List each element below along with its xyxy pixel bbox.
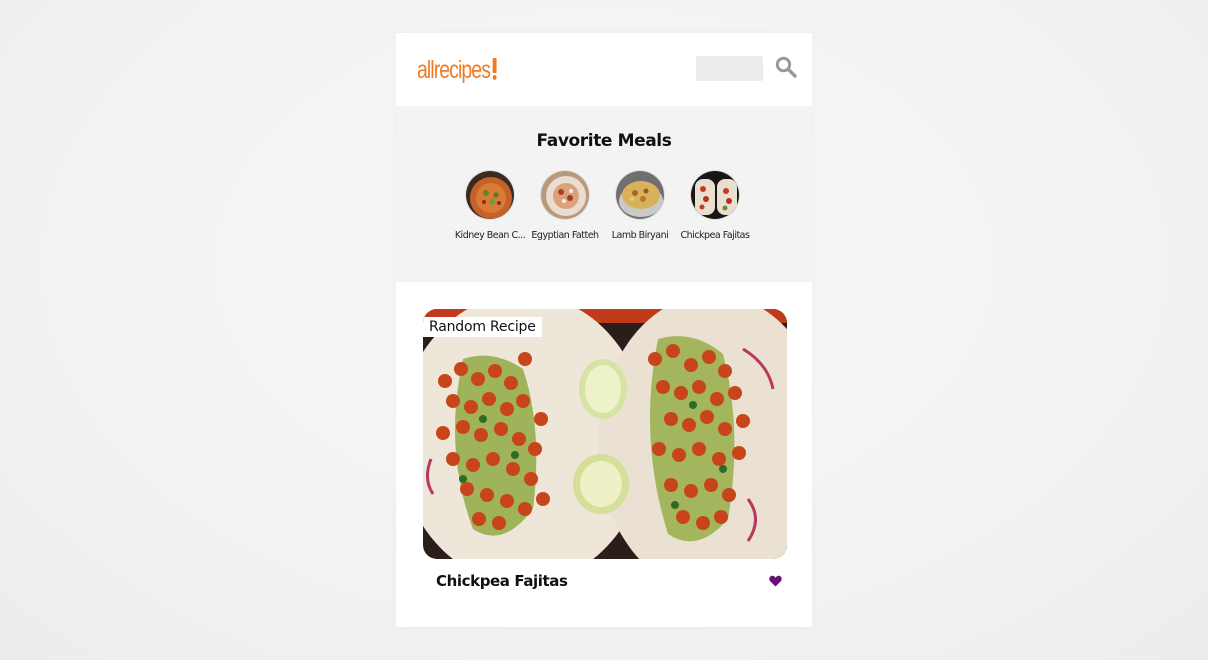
meal-thumbnail [540,170,590,220]
favorite-item-egyptian-fatteh[interactable]: Egyptian Fatteh [527,170,603,250]
random-recipe-section: Random Recipe Chickpea Fajitas [396,282,812,627]
meal-label: Chickpea Fajitas [680,230,750,241]
favorite-item-kidney-bean[interactable]: Kidney Bean C... [452,170,528,250]
search-input[interactable] [696,56,763,81]
logo-exclamation-mark [492,58,497,80]
favorite-meals-section: Favorite Meals Kidney Bean C... Egyptian… [396,106,812,282]
recipe-title[interactable]: Chickpea Fajitas [436,572,568,590]
meal-label: Kidney Bean C... [454,230,526,241]
search-icon[interactable] [774,55,798,79]
meal-thumbnail [615,170,665,220]
random-recipe-image[interactable]: Random Recipe [423,309,787,559]
header: allrecipes [396,33,812,106]
logo-text: allrecipes [417,56,491,84]
meal-thumbnail [690,170,740,220]
favorite-meals-title: Favorite Meals [536,131,672,151]
favorite-item-lamb-biryani[interactable]: Lamb Biryani [602,170,678,250]
meal-thumbnail [465,170,515,220]
favorite-item-chickpea-fajitas[interactable]: Chickpea Fajitas [677,170,753,250]
meal-label: Lamb Biryani [611,230,669,241]
random-recipe-tag: Random Recipe [423,317,542,337]
chickpea-fajitas-photo [423,309,787,559]
heart-icon[interactable] [769,575,782,587]
page-background: allrecipes Favorite Meals Kidney Bean C.… [0,0,1208,660]
app-container: allrecipes Favorite Meals Kidney Bean C.… [396,33,812,627]
favorite-meals-list: Kidney Bean C... Egyptian Fatteh Lamb Bi… [452,170,762,250]
meal-label: Egyptian Fatteh [531,230,599,241]
allrecipes-logo[interactable]: allrecipes [417,53,497,87]
